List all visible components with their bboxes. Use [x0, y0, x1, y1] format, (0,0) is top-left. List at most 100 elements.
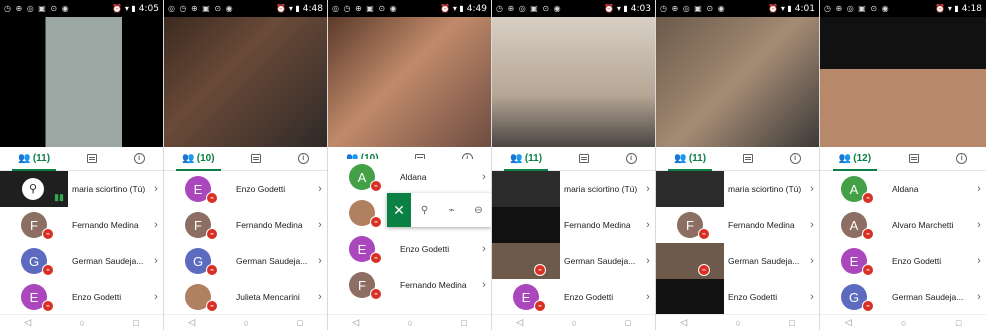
participant-row[interactable]: F ⌁ Fernando Medina › [328, 267, 491, 302]
tab-info[interactable]: i [128, 147, 151, 171]
tab-info[interactable]: i [784, 147, 807, 171]
participant-row[interactable]: ⌁ German Saudeja... › [492, 243, 655, 279]
chevron-right-icon[interactable]: › [805, 183, 819, 195]
participant-name: maria sciortino (Tú) [728, 184, 802, 194]
participant-row[interactable]: E ⌁ Enzo Godetti › [328, 231, 491, 267]
home-nav-icon[interactable]: ○ [80, 318, 85, 328]
recents-nav-icon[interactable]: □ [133, 318, 138, 328]
chevron-right-icon[interactable]: › [972, 291, 986, 303]
recents-nav-icon[interactable]: □ [789, 318, 794, 328]
tab-chat[interactable] [573, 147, 595, 171]
chevron-right-icon[interactable]: › [641, 183, 655, 195]
participant-avatar-area: F ⌁ [328, 267, 396, 302]
participant-row[interactable]: E ⌁ Enzo Godetti › [164, 171, 327, 207]
video-feed[interactable] [492, 17, 655, 147]
participant-avatar-area: A ⌁ [328, 159, 396, 195]
participant-row[interactable]: F ⌁ Fernando Medina › [164, 207, 327, 243]
tab-people[interactable]: 👥 (11) [504, 147, 548, 171]
tab-chat[interactable] [245, 147, 267, 171]
chevron-right-icon[interactable]: › [313, 255, 327, 267]
back-nav-icon[interactable]: ◁ [845, 317, 852, 328]
info-icon: i [625, 153, 637, 164]
participant-row[interactable]: Fernando Medina › [492, 207, 655, 243]
participant-avatar-area [656, 279, 724, 314]
participant-row[interactable]: maria sciortino (Tú) › [656, 171, 819, 207]
chat-icon [742, 154, 753, 163]
chevron-right-icon[interactable]: › [149, 255, 163, 267]
chevron-right-icon[interactable]: › [313, 291, 327, 303]
chevron-right-icon[interactable]: › [972, 183, 986, 195]
participant-row[interactable]: F ⌁ Fernando Medina › [656, 207, 819, 243]
tab-people[interactable]: 👥 (11) [12, 147, 56, 171]
chevron-right-icon[interactable]: › [313, 219, 327, 231]
home-nav-icon[interactable]: ○ [736, 318, 741, 328]
back-nav-icon[interactable]: ◁ [352, 317, 359, 328]
chevron-right-icon[interactable]: › [805, 291, 819, 303]
chevron-right-icon[interactable]: › [477, 243, 491, 255]
close-icon[interactable]: ✕ [387, 193, 411, 227]
chevron-right-icon[interactable]: › [805, 219, 819, 231]
chevron-right-icon[interactable]: › [972, 255, 986, 267]
tab-people[interactable]: 👥 (10) [176, 147, 221, 171]
participant-row[interactable]: maria sciortino (Tú) › [492, 171, 655, 207]
recents-nav-icon[interactable]: □ [956, 318, 961, 328]
video-feed[interactable] [0, 17, 163, 147]
tab-info[interactable]: i [292, 147, 315, 171]
home-nav-icon[interactable]: ○ [244, 318, 249, 328]
chevron-right-icon[interactable]: › [641, 291, 655, 303]
participant-row[interactable]: E ⌁ Enzo Godetti › [492, 279, 655, 314]
tab-chat[interactable] [903, 147, 925, 171]
home-nav-icon[interactable]: ○ [901, 318, 906, 328]
chevron-right-icon[interactable]: › [313, 183, 327, 195]
remove-icon[interactable]: ⊖ [465, 205, 491, 216]
back-nav-icon[interactable]: ◁ [680, 317, 687, 328]
tab-people[interactable]: 👥 (12) [832, 147, 878, 171]
participant-row[interactable]: ⌁ German Saudeja... › [656, 243, 819, 279]
tab-bar: 👥 (11) i [492, 147, 655, 171]
tab-chat[interactable] [81, 147, 103, 171]
participant-row[interactable]: A ⌁ Aldana › [328, 159, 491, 195]
tab-chat[interactable] [737, 147, 759, 171]
back-nav-icon[interactable]: ◁ [516, 317, 523, 328]
tab-people[interactable]: 👥 (11) [668, 147, 712, 171]
participant-row[interactable]: E ⌁ Enzo Godetti › [820, 243, 986, 279]
participant-row[interactable]: ⌁ Julieta Mencarini › [164, 279, 327, 314]
chevron-right-icon[interactable]: › [805, 255, 819, 267]
participant-row[interactable]: ⚲ ▮▮ maria sciortino (Tú) › [0, 171, 163, 207]
back-nav-icon[interactable]: ◁ [188, 317, 195, 328]
participant-row[interactable]: Enzo Godetti › [656, 279, 819, 314]
participant-row[interactable]: G ⌁ German Saudeja... › [820, 279, 986, 314]
video-feed[interactable] [820, 17, 986, 147]
participant-row[interactable]: A ⌁ Aldana › [820, 171, 986, 207]
tab-info[interactable]: i [620, 147, 643, 171]
chevron-right-icon[interactable]: › [641, 255, 655, 267]
home-nav-icon[interactable]: ○ [572, 318, 577, 328]
video-feed[interactable] [328, 17, 491, 147]
chevron-right-icon[interactable]: › [477, 171, 491, 183]
pin-icon[interactable]: ⚲ [411, 205, 438, 216]
participant-row[interactable]: G ⌁ German Saudeja... › [0, 243, 163, 279]
participant-row[interactable]: A ⌁ Alvaro Marchetti › [820, 207, 986, 243]
chevron-right-icon[interactable]: › [641, 219, 655, 231]
participant-name: Aldana [400, 172, 427, 182]
mute-mic-icon[interactable]: ⌁ [438, 205, 465, 216]
chevron-right-icon[interactable]: › [149, 183, 163, 195]
home-nav-icon[interactable]: ○ [408, 318, 413, 328]
video-feed[interactable] [164, 17, 327, 147]
chevron-right-icon[interactable]: › [477, 279, 491, 291]
chevron-right-icon[interactable]: › [149, 291, 163, 303]
participant-row[interactable]: E ⌁ Enzo Godetti › [0, 279, 163, 314]
chevron-right-icon[interactable]: › [149, 219, 163, 231]
back-nav-icon[interactable]: ◁ [24, 317, 31, 328]
participant-row[interactable]: G ⌁ German Saudeja... › [164, 243, 327, 279]
tab-info[interactable]: i [950, 147, 973, 171]
participant-row[interactable]: F ⌁ Fernando Medina › [0, 207, 163, 243]
clock: 4:01 [794, 3, 815, 14]
video-feed[interactable] [656, 17, 819, 147]
screenshot-strip: ◷ ⊕ ◎ ▣ ⊙ ◉ ⏰ ▾ ▮ 4:05 👥 (11) i ⚲ ▮▮ maria… [0, 0, 986, 330]
chevron-right-icon[interactable]: › [972, 219, 986, 231]
tab-bar: 👥 (11) i [656, 147, 819, 171]
recents-nav-icon[interactable]: □ [297, 318, 302, 328]
recents-nav-icon[interactable]: □ [461, 318, 466, 328]
recents-nav-icon[interactable]: □ [625, 318, 630, 328]
